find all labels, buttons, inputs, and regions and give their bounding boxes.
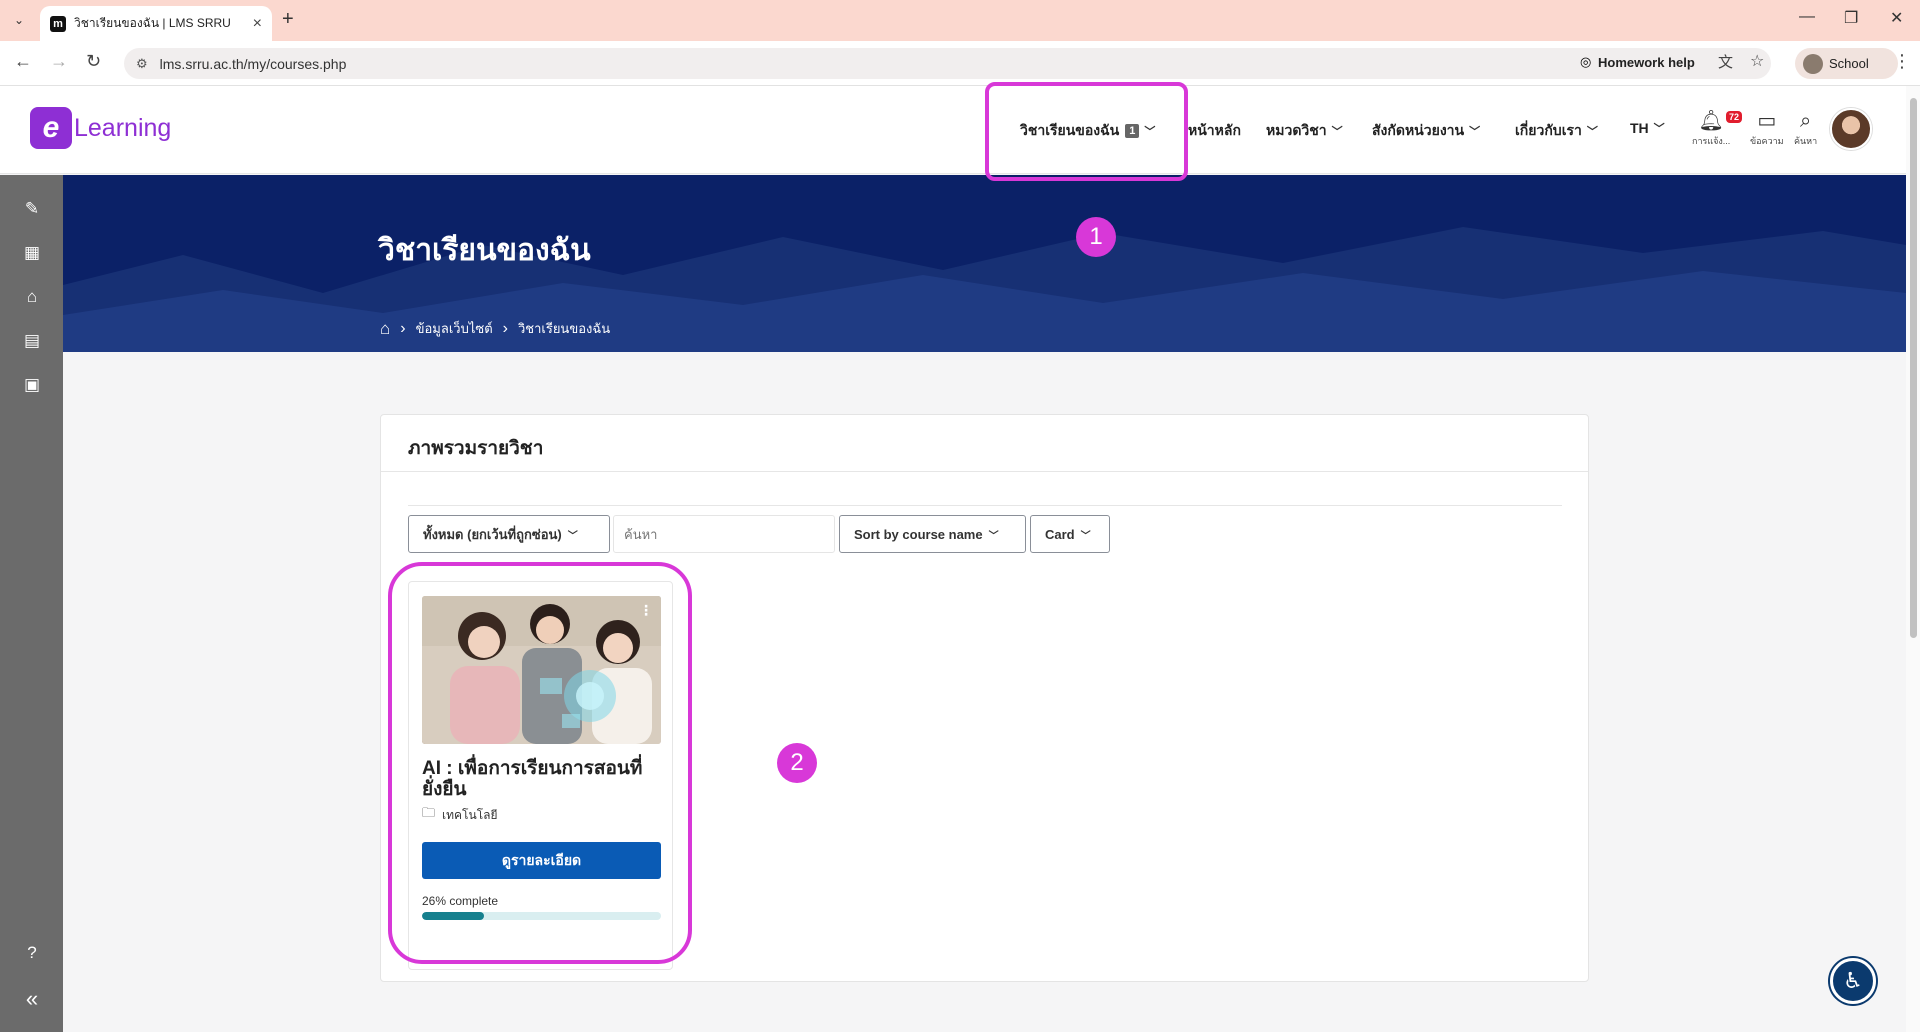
translate-icon[interactable]: 文 <box>1718 51 1733 72</box>
profile-avatar <box>1803 53 1823 74</box>
reload-icon[interactable]: ↻ <box>86 51 101 72</box>
tab-title: วิชาเรียนของฉัน | LMS SRRU <box>74 16 231 30</box>
user-avatar[interactable] <box>1830 108 1872 150</box>
notifications-button[interactable]: 🔔︎ การแจ้ง... <box>1692 110 1730 148</box>
nav-language[interactable]: TH ﹀ <box>1630 120 1665 136</box>
chevron-down-icon: ﹀ <box>1469 126 1481 138</box>
address-bar[interactable]: ⚙ lms.srru.ac.th/my/courses.php <box>124 48 1771 79</box>
message-icon: ▭ <box>1757 110 1777 132</box>
breadcrumb-chevron-icon: › <box>400 319 406 337</box>
notifications-label: การแจ้ง... <box>1692 136 1731 146</box>
bookmark-star-icon[interactable]: ☆ <box>1750 51 1764 71</box>
annotation-marker-1: 1 <box>1076 217 1116 257</box>
back-icon[interactable]: ← <box>14 51 32 72</box>
sort-label: Sort by course name <box>854 526 983 542</box>
url-text: lms.srru.ac.th/my/courses.php <box>159 55 347 72</box>
profile-label: School <box>1829 56 1869 71</box>
page-title: วิชาเรียนของฉัน <box>378 234 591 267</box>
scrollbar-thumb[interactable] <box>1910 98 1917 638</box>
restore-icon[interactable]: ❐ <box>1844 8 1858 28</box>
view-label: Card <box>1045 526 1075 542</box>
browser-menu-icon[interactable]: ⋮ <box>1893 51 1911 72</box>
book-icon[interactable]: ▤ <box>20 329 44 353</box>
nav-departments[interactable]: สังกัดหน่วยงาน ﹀ <box>1372 120 1480 142</box>
notes-icon[interactable]: ✎ <box>20 197 44 221</box>
hero-mountains <box>63 227 1906 352</box>
site-favicon-icon: m <box>50 15 66 32</box>
window-close-icon[interactable]: ✕ <box>1890 8 1903 28</box>
nav-home-label: หน้าหลัก <box>1188 122 1241 138</box>
sort-dropdown[interactable]: Sort by course name ﹀ <box>839 515 1026 553</box>
chevron-down-icon: ﹀ <box>1653 123 1665 135</box>
view-dropdown[interactable]: Card ﹀ <box>1030 515 1110 553</box>
notification-count-badge: 72 <box>1726 111 1743 123</box>
minimize-icon[interactable]: — <box>1799 8 1815 26</box>
site-info-icon[interactable]: ⚙ <box>136 56 148 72</box>
annotation-marker-2: 2 <box>777 743 817 783</box>
homework-help-icon: ◎ <box>1580 54 1592 69</box>
nav-about-label: เกี่ยวกับเรา <box>1515 122 1582 138</box>
nav-departments-label: สังกัดหน่วยงาน <box>1372 122 1465 138</box>
chevron-down-icon: ﹀ <box>1080 530 1091 542</box>
logo-word: Learning <box>74 113 172 142</box>
page-hero-banner <box>63 175 1906 352</box>
course-search-input[interactable] <box>613 515 835 553</box>
accessibility-icon[interactable]: ♿︎ <box>1830 958 1876 1004</box>
browser-toolbar: ← → ↻ ⚙ lms.srru.ac.th/my/courses.php ◎ … <box>0 41 1920 86</box>
highlight-box-course-card <box>388 562 692 964</box>
messages-button[interactable]: ▭ ข้อความ <box>1750 110 1784 148</box>
panel-title: ภาพรวมรายวิชา <box>408 438 544 459</box>
browser-profile-button[interactable]: School <box>1795 48 1898 79</box>
breadcrumb-my-courses[interactable]: วิชาเรียนของฉัน <box>518 318 610 339</box>
logo-mark: e <box>30 107 72 149</box>
breadcrumb-chevron-icon: › <box>502 319 508 337</box>
left-sidebar: ✎ ▦ ⌂ ▤ ▣ ? « <box>0 175 63 1032</box>
breadcrumb-home-icon[interactable]: ⌂ <box>380 319 390 339</box>
chevron-down-icon: ﹀ <box>1331 126 1343 138</box>
divider <box>381 471 1588 472</box>
elearning-logo[interactable]: e Learning <box>30 107 171 149</box>
nav-home[interactable]: หน้าหลัก <box>1188 120 1241 142</box>
dashboard-icon[interactable]: ▦ <box>20 241 44 265</box>
search-icon: ⌕ <box>1799 110 1812 132</box>
highlight-box-my-courses <box>985 82 1188 181</box>
help-icon[interactable]: ? <box>20 941 44 965</box>
breadcrumb-site-info[interactable]: ข้อมูลเว็บไซต์ <box>416 318 493 339</box>
grouping-dropdown[interactable]: ทั้งหมด (ยกเว้นที่ถูกซ่อน) ﹀ <box>408 515 610 553</box>
browser-tab[interactable]: m วิชาเรียนของฉัน | LMS SRRU × <box>40 6 272 41</box>
nav-language-label: TH <box>1630 120 1649 136</box>
site-header: e Learning วิชาเรียนของฉัน 1 ﹀ หน้าหลัก … <box>0 86 1906 174</box>
chevron-down-icon: ﹀ <box>988 530 999 542</box>
messages-label: ข้อความ <box>1750 136 1784 146</box>
forward-icon[interactable]: → <box>50 51 68 72</box>
breadcrumb: ⌂ › ข้อมูลเว็บไซต์ › วิชาเรียนของฉัน <box>380 318 610 339</box>
nav-categories[interactable]: หมวดวิชา ﹀ <box>1266 120 1343 142</box>
calendar-icon[interactable]: ▣ <box>20 373 44 397</box>
search-button[interactable]: ⌕ ค้นหา <box>1794 110 1817 148</box>
nav-categories-label: หมวดวิชา <box>1266 122 1327 138</box>
tab-close-icon[interactable]: × <box>253 15 262 33</box>
chevron-down-icon: ﹀ <box>567 530 578 542</box>
divider <box>408 505 1562 506</box>
tab-search-chevron-icon[interactable]: ⌄ <box>8 9 30 31</box>
chevron-down-icon: ﹀ <box>1586 126 1598 138</box>
browser-tab-bar: ⌄ m วิชาเรียนของฉัน | LMS SRRU × + — ❐ ✕ <box>0 0 1920 41</box>
collapse-sidebar-icon[interactable]: « <box>20 987 44 1011</box>
homework-help-button[interactable]: Homework help <box>1598 55 1695 70</box>
home-icon[interactable]: ⌂ <box>20 285 44 309</box>
nav-about[interactable]: เกี่ยวกับเรา ﹀ <box>1515 120 1598 142</box>
grouping-label: ทั้งหมด (ยกเว้นที่ถูกซ่อน) <box>423 526 562 542</box>
new-tab-icon[interactable]: + <box>282 8 294 31</box>
search-label: ค้นหา <box>1794 136 1818 146</box>
bell-icon: 🔔︎ <box>1698 110 1724 132</box>
